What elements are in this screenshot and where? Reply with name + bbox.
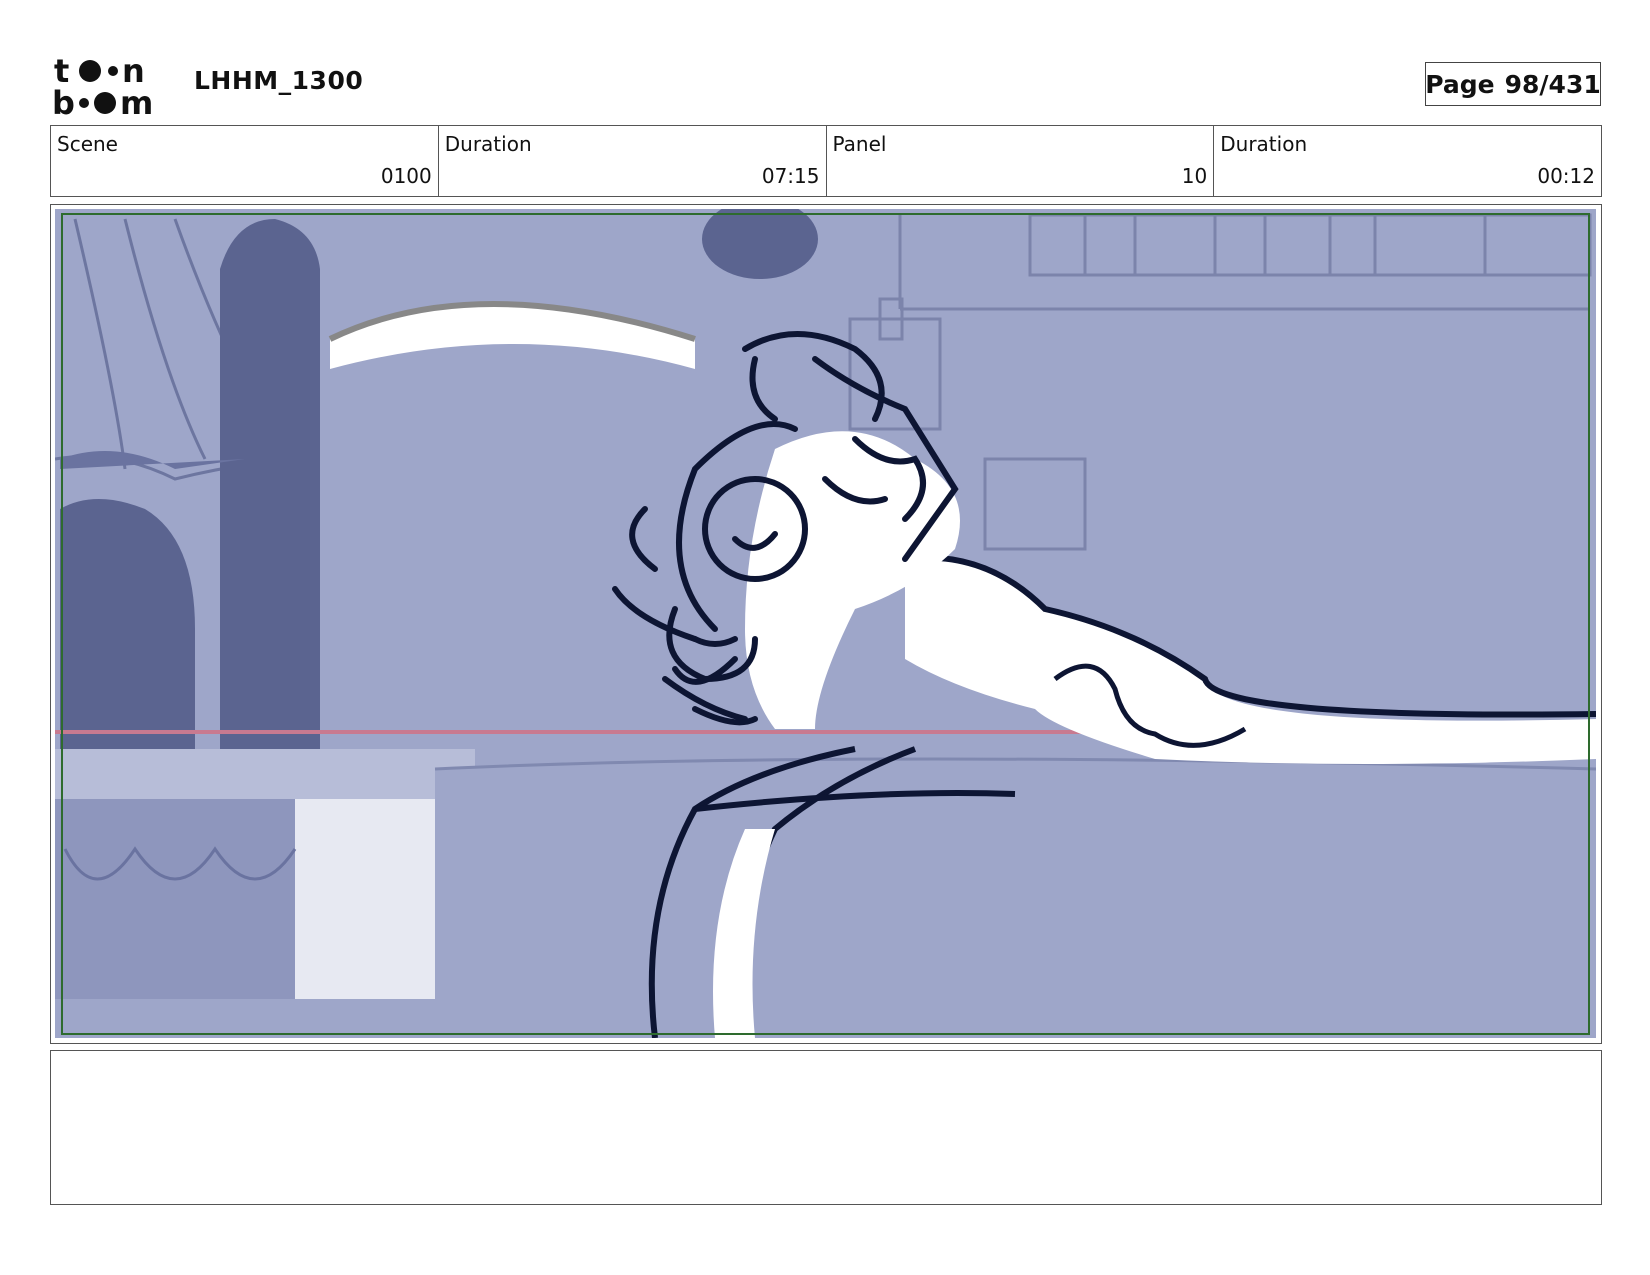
page-indicator: Page 98/431 — [1425, 62, 1601, 106]
panel-info-row: Scene 0100 Duration 07:15 Panel 10 Durat… — [50, 125, 1602, 197]
scene-label: Scene — [57, 132, 118, 156]
scene-duration-label: Duration — [444, 132, 532, 156]
bed-blanket — [435, 759, 1596, 1038]
panel-cell: Panel 10 — [827, 126, 1215, 196]
panel-notes — [50, 1050, 1602, 1205]
svg-text:b: b — [52, 84, 75, 118]
page-label: Page — [1425, 69, 1495, 99]
panel-label: Panel — [832, 132, 887, 156]
panel-duration-label: Duration — [1220, 132, 1308, 156]
bedpost — [220, 219, 320, 749]
page-number: 98/431 — [1504, 69, 1601, 99]
panel-value: 10 — [1181, 164, 1208, 188]
nightstand — [55, 749, 475, 999]
svg-text:m: m — [120, 84, 153, 118]
panel-drawing — [55, 209, 1596, 1038]
panel-duration-cell: Duration 00:12 — [1214, 126, 1601, 196]
scene-duration-cell: Duration 07:15 — [439, 126, 827, 196]
panel-duration-value: 00:12 — [1537, 164, 1595, 188]
scene-cell: Scene 0100 — [51, 126, 439, 196]
scene-duration-value: 07:15 — [761, 164, 820, 188]
toon-boom-logo: t n b m — [52, 52, 153, 118]
scene-value: 0100 — [380, 164, 432, 188]
document-title: LHHM_1300 — [194, 66, 364, 95]
storyboard-panel — [50, 204, 1602, 1044]
